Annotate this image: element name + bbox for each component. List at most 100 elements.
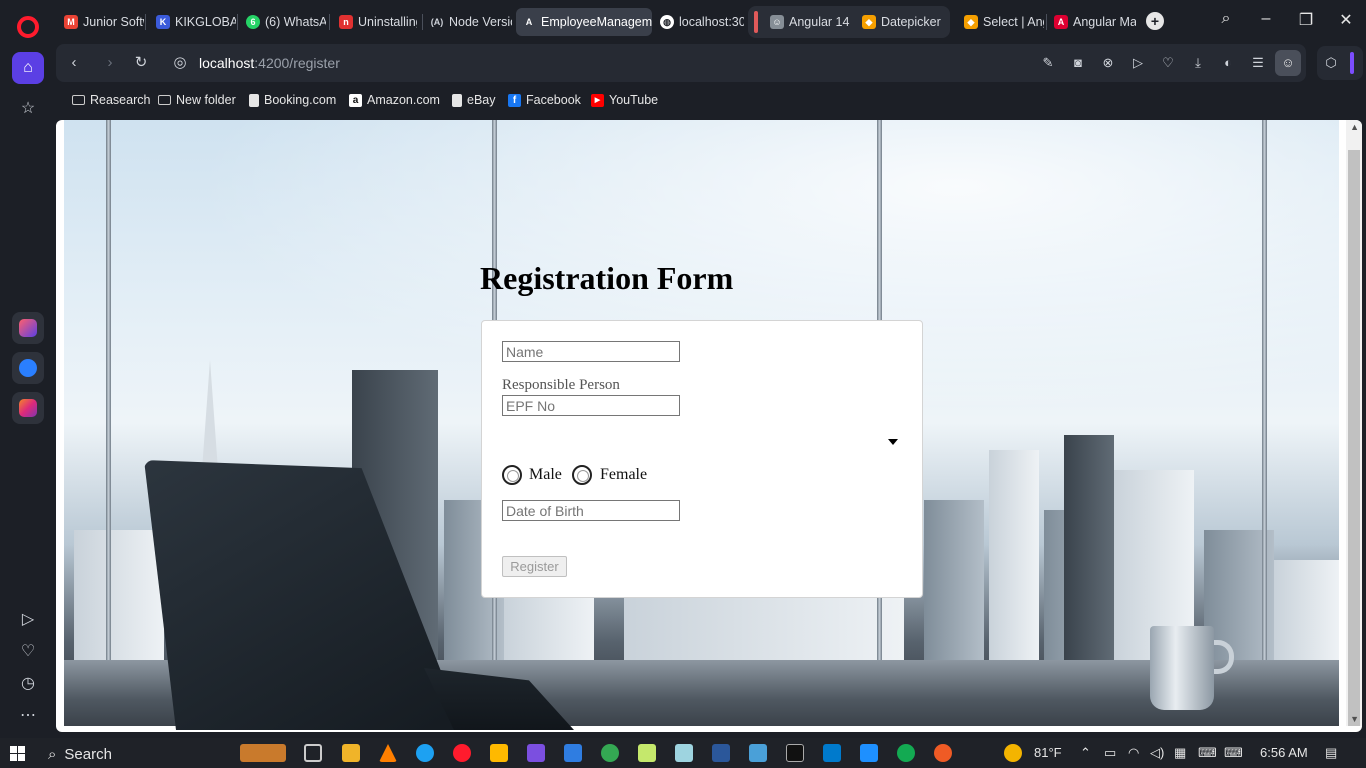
tab-datepicker[interactable]: ◆ Datepicker <box>856 8 946 36</box>
aria-app-icon[interactable] <box>12 312 44 344</box>
page-title: Registration Form <box>480 260 734 296</box>
volume-icon[interactable]: ◁) <box>1150 745 1164 761</box>
windows-start-icon[interactable] <box>10 746 25 761</box>
tab-search-icon[interactable]: ⌕ <box>1214 10 1238 28</box>
instagram-icon[interactable] <box>12 392 44 424</box>
navigation-bar: ‹ › ↻ ◎ localhost:4200/register ✎ ◙ ⊗ ▷ … <box>56 44 1366 84</box>
gender-female-radio[interactable] <box>572 465 592 485</box>
file-explorer-icon[interactable] <box>342 744 360 762</box>
task-view-icon[interactable] <box>304 744 322 762</box>
sidebar-toggle[interactable] <box>1350 52 1354 74</box>
profile-icon[interactable]: ☺ <box>1275 50 1301 76</box>
chrome-icon[interactable] <box>601 744 619 762</box>
back-arrow-icon[interactable]: ‹ <box>64 53 84 73</box>
send-icon[interactable]: ▷ <box>1129 54 1147 72</box>
mongodb-icon[interactable] <box>897 744 915 762</box>
notepad-icon[interactable] <box>675 744 693 762</box>
scroll-thumb[interactable] <box>1348 150 1360 726</box>
clock[interactable]: 6:56 AM <box>1260 745 1308 760</box>
keyboard-icon[interactable]: ⌨ <box>1224 745 1243 761</box>
date-of-birth-input[interactable] <box>502 500 680 521</box>
opera-sidebar: ⌂ ☆ ▷ ♡ ◷ ⋯ <box>0 0 56 738</box>
site-info-globe-icon[interactable]: ◎ <box>170 53 190 73</box>
download-icon[interactable]: ⤓ <box>1189 54 1207 72</box>
heart-icon[interactable]: ♡ <box>12 635 44 667</box>
register-button[interactable]: Register <box>502 556 567 577</box>
name-input[interactable] <box>502 341 680 362</box>
home-icon[interactable]: ⌂ <box>12 52 44 84</box>
minimize-icon[interactable]: – <box>1254 10 1278 28</box>
gender-male-radio[interactable] <box>502 465 522 485</box>
squirrel-widget-icon[interactable] <box>240 744 286 762</box>
opera-logo-icon[interactable] <box>17 16 39 38</box>
more-dots-icon[interactable]: ⋯ <box>12 699 44 731</box>
restore-icon[interactable]: ❐ <box>1294 10 1318 30</box>
history-clock-icon[interactable]: ◷ <box>12 667 44 699</box>
snapshot-camera-icon[interactable]: ◙ <box>1069 54 1087 72</box>
bookmark-reasearch[interactable]: Reasearch <box>72 93 150 107</box>
epf-no-input[interactable] <box>502 395 680 416</box>
opera-taskbar-icon[interactable] <box>453 744 471 762</box>
bookmark-amazon[interactable]: a Amazon.com <box>349 93 440 107</box>
registration-form: Responsible Person Male Female Register <box>481 320 923 598</box>
language-icon[interactable]: ⌨ <box>1198 745 1217 761</box>
easy-setup-icon[interactable]: ☰ <box>1249 54 1267 72</box>
new-tab-plus-icon[interactable]: + <box>1146 12 1164 30</box>
tab-select-angular[interactable]: ◆ Select | Ang <box>958 8 1044 36</box>
forward-arrow-icon[interactable]: › <box>100 53 120 73</box>
tab-employee-management[interactable]: A EmployeeManagem <box>516 8 652 36</box>
battery-icon[interactable]: ▭ <box>1104 745 1116 761</box>
tab-angular-14[interactable]: ☺ Angular 14 <box>764 8 854 36</box>
page-scrollbar[interactable]: ▲ ▼ <box>1346 120 1362 726</box>
gmail-icon: M <box>64 15 78 29</box>
player-icon[interactable]: ▷ <box>12 603 44 635</box>
address-bar: ‹ › ↻ ◎ localhost:4200/register ✎ ◙ ⊗ ▷ … <box>56 44 1306 82</box>
tab-localhost-3000[interactable]: ◍ localhost:30 <box>654 8 744 36</box>
tab-uninstalling[interactable]: n Uninstalling <box>333 8 417 36</box>
remote-desktop-icon[interactable] <box>749 744 767 762</box>
scroll-up-arrow-icon[interactable]: ▲ <box>1350 122 1359 132</box>
visual-studio-icon[interactable] <box>527 744 545 762</box>
close-icon[interactable]: ✕ <box>1334 10 1358 30</box>
tab-group-marker[interactable] <box>754 11 758 33</box>
extensions-cube-icon[interactable]: ⬡ <box>1322 54 1340 72</box>
url-field[interactable]: localhost:4200/register <box>199 55 340 71</box>
speed-dial-star-icon[interactable]: ☆ <box>12 92 44 124</box>
tab-junior-software[interactable]: M Junior Softw <box>58 8 144 36</box>
tray-chevron-icon[interactable]: ⌃ <box>1080 745 1091 761</box>
bookmark-youtube[interactable]: ▶ YouTube <box>591 93 658 107</box>
tab-kikglobal[interactable]: K KIKGLOBAL <box>150 8 236 36</box>
photos-icon[interactable] <box>860 744 878 762</box>
responsible-person-dropdown-arrow-icon[interactable] <box>888 439 898 445</box>
bookmark-booking[interactable]: Booking.com <box>249 93 336 107</box>
scroll-down-arrow-icon[interactable]: ▼ <box>1350 714 1359 724</box>
tab-angular-material[interactable]: A Angular Ma <box>1048 8 1136 36</box>
word-icon[interactable] <box>712 744 730 762</box>
vlc-icon[interactable] <box>379 744 397 762</box>
vscode-icon[interactable] <box>823 744 841 762</box>
gpu-icon[interactable]: ▦ <box>1174 745 1186 761</box>
notifications-icon[interactable]: ▤ <box>1325 745 1337 761</box>
bookmark-facebook[interactable]: f Facebook <box>508 93 581 107</box>
messenger-icon[interactable] <box>12 352 44 384</box>
mail-icon[interactable] <box>564 744 582 762</box>
angular-outline-icon: (A) <box>430 17 444 27</box>
bookmark-ebay[interactable]: eBay <box>452 93 496 107</box>
favorite-heart-icon[interactable]: ♡ <box>1159 54 1177 72</box>
battery-saver-icon[interactable]: ◐ <box>1219 54 1237 72</box>
postman-icon[interactable] <box>934 744 952 762</box>
tab-node-version[interactable]: (A) Node Versio <box>424 8 512 36</box>
whatsapp-icon: 6 <box>246 15 260 29</box>
bookmark-new-folder[interactable]: New folder <box>158 93 236 107</box>
store-icon[interactable] <box>490 744 508 762</box>
weather-temperature[interactable]: 81°F <box>1034 745 1062 760</box>
ad-block-icon[interactable]: ⊗ <box>1099 54 1117 72</box>
reload-icon[interactable]: ↻ <box>131 53 151 73</box>
edge-icon[interactable] <box>416 744 434 762</box>
wifi-icon[interactable]: ◠ <box>1128 745 1139 761</box>
notepad-plus-icon[interactable] <box>638 744 656 762</box>
edit-page-icon[interactable]: ✎ <box>1039 54 1057 72</box>
terminal-icon[interactable] <box>786 744 804 762</box>
weather-icon[interactable] <box>1004 744 1022 762</box>
tab-whatsapp[interactable]: 6 (6) WhatsAp <box>240 8 326 36</box>
